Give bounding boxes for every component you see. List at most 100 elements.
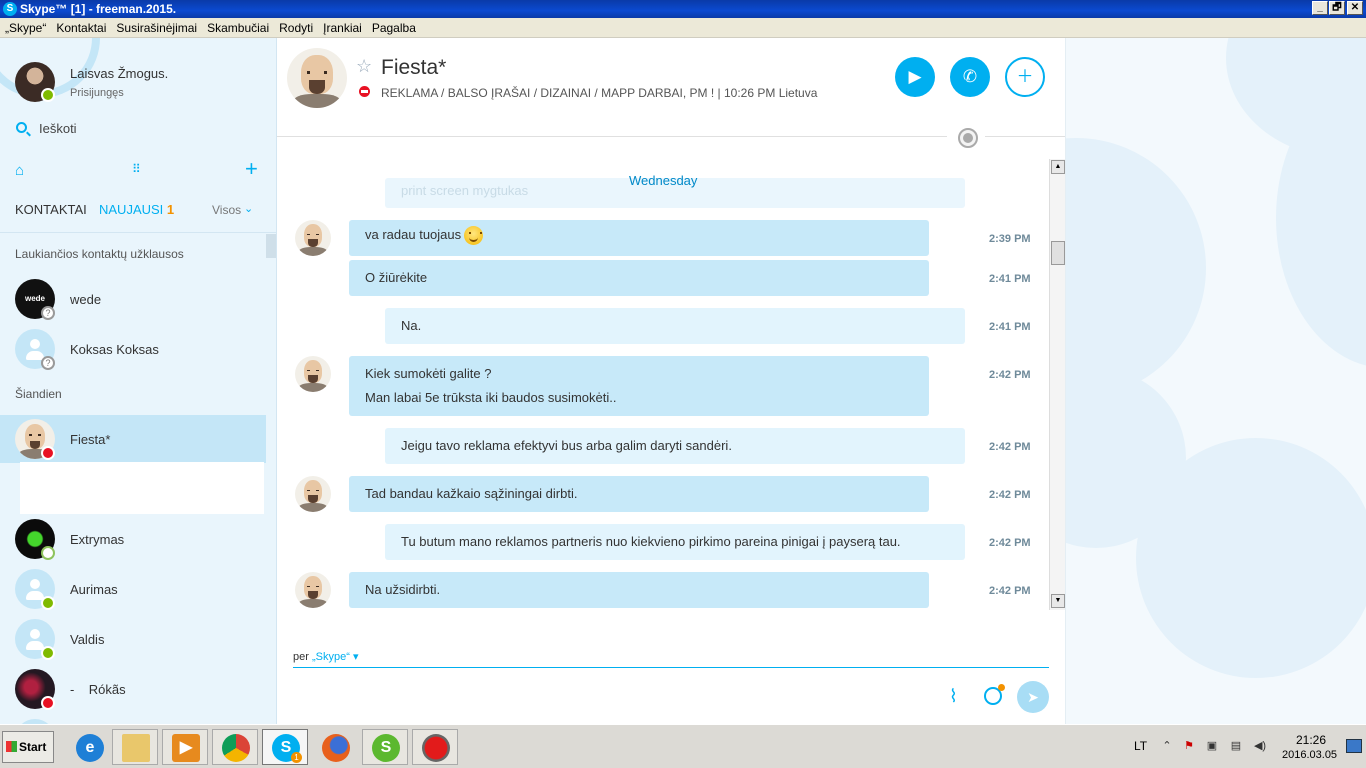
action-center-icon[interactable]: ⚑ [1182,739,1196,753]
contact-name: Extrymas [70,532,125,547]
section-today: Šiandien [15,387,62,401]
message-input[interactable] [293,674,933,714]
message-bubble-own[interactable]: Jeigu tavo reklama efektyvi bus arba gal… [385,428,965,464]
via-link[interactable]: „Skype“ [312,651,350,663]
taskbar-skype-alt[interactable]: S [362,729,408,765]
menu-help[interactable]: Pagalba [367,18,421,38]
voice-call-button[interactable]: ✆ [950,57,990,97]
tab-recent[interactable]: NAUJAUSI 1 [99,202,174,217]
add-people-button[interactable]: ＋ [1005,57,1045,97]
show-desktop-icon[interactable] [1346,739,1362,753]
taskbar-recorder[interactable] [412,729,458,765]
taskbar: Start e ▶ S1 S LT ⌃ ⚑ ▣ ▤ ◀) 21:26 2016.… [0,724,1366,768]
contact-item-selected[interactable]: Fiesta* [0,415,266,463]
message-bubble[interactable]: va radau tuojaus [349,220,929,256]
message-bubble[interactable]: O žiūrėkite [349,260,929,296]
tab-contacts[interactable]: KONTAKTAI [15,202,87,217]
favorite-star-icon[interactable]: ☆ [356,56,372,77]
scroll-down-button[interactable]: ▼ [1051,594,1065,608]
smiley-emoji-icon [464,226,484,245]
section-pending-requests: Laukiančios kontaktų užklausos [15,247,184,261]
pending-status-icon: ? [41,306,55,320]
contact-item[interactable] [0,715,266,724]
taskbar-file-explorer[interactable] [112,729,158,765]
menu-skype[interactable]: „Skype“ [0,18,51,38]
contact-item[interactable]: - Rókãs [0,665,266,713]
filter-dropdown[interactable]: Visos [212,203,241,217]
do-not-disturb-icon [41,696,55,710]
my-name[interactable]: Laisvas Žmogus. [70,66,168,81]
contact-name: Valdis [70,632,105,647]
contact-name: wede [70,292,102,307]
chat-scrollbar[interactable]: ▲ ▼ [1049,159,1065,610]
contact-name: Fiesta* [70,432,111,447]
clock-time[interactable]: 21:26 [1296,733,1326,747]
message-timestamp: 2:39 PM [989,233,1031,245]
video-camera-icon: ▶ [908,67,922,86]
message-text: Tad bandau kažkaio sąžiningai dirbti. [365,486,578,501]
taskbar-media-player[interactable]: ▶ [162,729,208,765]
home-icon[interactable]: ⌂ [15,162,24,179]
contact-item[interactable]: Extrymas [0,515,266,563]
contact-name: - Rókãs [70,682,126,697]
my-status[interactable]: Prisijungęs [70,87,124,99]
add-icon[interactable]: + [245,156,258,182]
globe-icon[interactable] [958,128,978,148]
device-icon[interactable]: ▣ [1205,739,1219,753]
message-bubble-own[interactable]: Na. [385,308,965,344]
volume-icon[interactable]: ◀) [1253,739,1267,753]
tab-recent-label: NAUJAUSI [99,202,164,217]
contact-item[interactable]: wede ? wede [0,275,266,323]
dialpad-icon[interactable]: ⠿ [132,162,141,176]
conversation-avatar[interactable] [287,48,347,108]
show-hidden-icons-icon[interactable]: ⌃ [1160,739,1174,753]
contact-item[interactable]: Valdis [0,615,266,663]
clock-date[interactable]: 2016.03.05 [1282,749,1337,761]
menu-tools[interactable]: Įrankiai [318,18,367,38]
video-call-button[interactable]: ▶ [895,57,935,97]
menu-contacts[interactable]: Kontaktai [51,18,111,38]
taskbar-firefox[interactable] [312,729,358,765]
folder-icon [122,734,150,762]
send-via-selector[interactable]: per „Skype“ ▾ [293,650,358,663]
online-status-icon [41,596,55,610]
minimize-button[interactable]: _ [1312,1,1328,15]
media-player-icon: ▶ [172,734,200,762]
pending-status-icon: ? [41,356,55,370]
send-button[interactable]: ➤ [1017,681,1049,713]
conversation-pane: ☆ Fiesta* REKLAMA / BALSO ĮRAŠAI / DIZAI… [277,38,1065,724]
search-input[interactable]: Ieškoti [39,121,77,136]
skype-icon: S [3,2,17,16]
chrome-icon [222,734,250,762]
contact-item[interactable]: ? Koksas Koksas [0,325,266,373]
start-button[interactable]: Start [2,731,54,763]
sender-avatar [295,356,331,392]
sender-avatar [295,476,331,512]
contact-name: Koksas Koksas [70,342,159,357]
emoticon-icon[interactable] [984,684,1005,705]
message-bubble[interactable]: Kiek sumokėti galite ? Man labai 5e trūk… [349,356,929,416]
menu-view[interactable]: Rodyti [274,18,318,38]
close-button[interactable]: ✕ [1347,1,1363,15]
taskbar-internet-explorer[interactable]: e [66,729,112,765]
contact-item[interactable]: Aurimas [0,565,266,613]
menu-calls[interactable]: Skambučiai [202,18,274,38]
message-bubble[interactable]: Tad bandau kažkaio sąžiningai dirbti. [349,476,929,512]
paperclip-icon[interactable]: ⌇ [949,686,958,707]
message-bubble[interactable]: Na užsidirbti. [349,572,929,608]
language-indicator[interactable]: LT [1134,739,1147,753]
taskbar-chrome[interactable] [212,729,258,765]
menu-conversations[interactable]: Susirašinėjimai [111,18,202,38]
scroll-thumb[interactable] [1051,241,1065,265]
contact-name: Aurimas [70,582,118,597]
chevron-down-icon[interactable]: ▾ [353,651,359,663]
scroll-up-button[interactable]: ▲ [1051,160,1065,174]
sidebar-scrollbar[interactable] [266,234,276,258]
message-text: Jeigu tavo reklama efektyvi bus arba gal… [401,438,732,453]
network-icon[interactable]: ▤ [1229,739,1243,753]
taskbar-skype[interactable]: S1 [262,729,308,765]
chevron-down-icon[interactable]: ⌄ [244,202,253,215]
message-bubble-own[interactable]: Tu butum mano reklamos partneris nuo kie… [385,524,965,560]
background-decoration [1065,38,1366,724]
restore-button[interactable]: 🗗 [1329,1,1345,15]
